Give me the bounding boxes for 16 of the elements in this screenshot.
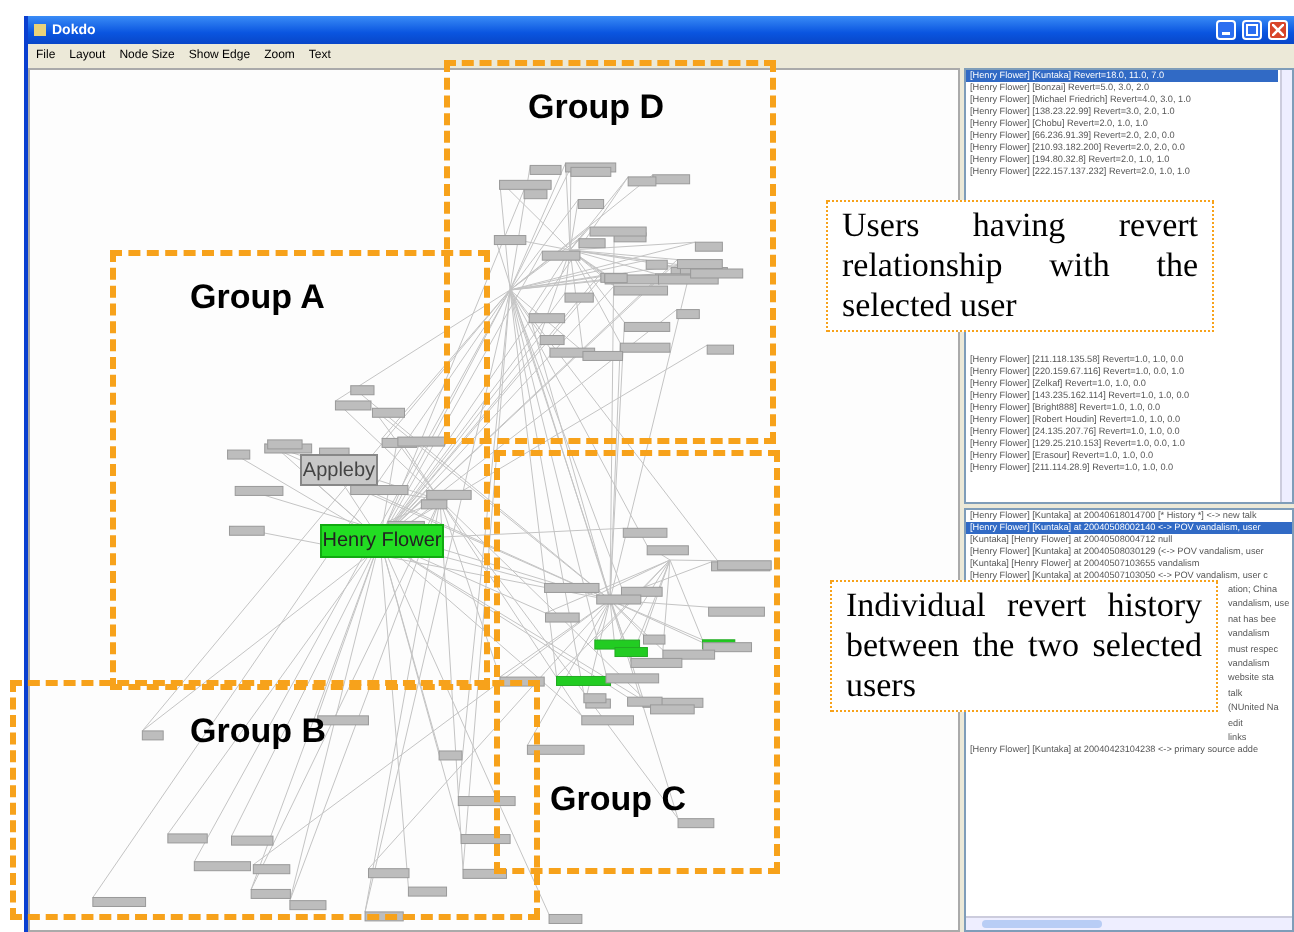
close-button[interactable] [1268,20,1288,40]
group-label: Group D [528,88,664,128]
group-label: Group B [190,712,326,752]
group-label: Group A [190,278,325,318]
app-icon [34,24,46,36]
scrollbar[interactable] [1280,70,1292,502]
close-icon [1272,24,1284,36]
scrollbar[interactable] [966,916,1292,930]
minimize-button[interactable] [1216,20,1236,40]
callout-note: Users having revert relationship with the selected user [826,200,1214,332]
graph-node[interactable]: Appleby [300,454,378,486]
group-label: Group C [550,780,686,820]
maximize-icon [1246,24,1258,36]
callout-note: Individual revert history between the two selected users [830,580,1218,712]
maximize-button[interactable] [1242,20,1262,40]
graph-node[interactable]: Henry Flower [320,524,444,558]
